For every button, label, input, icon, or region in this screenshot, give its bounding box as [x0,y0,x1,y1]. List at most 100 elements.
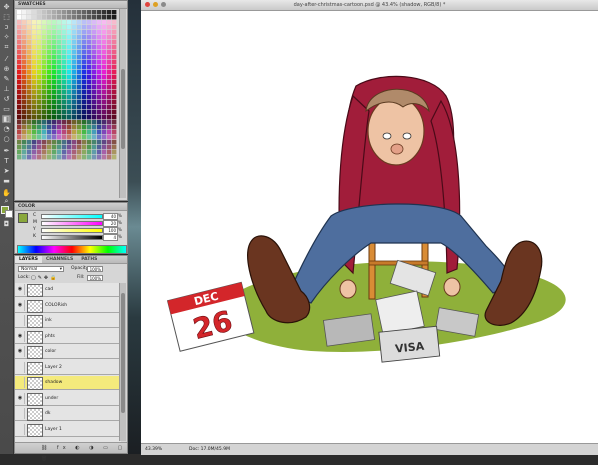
swatch-cell[interactable] [102,45,107,50]
swatch-cell[interactable] [107,110,112,115]
swatch-cell[interactable] [87,15,92,20]
swatch-cell[interactable] [47,80,52,85]
color-slider-value[interactable]: 4 [103,234,118,241]
swatch-cell[interactable] [92,60,97,65]
swatch-cell[interactable] [47,155,52,160]
swatch-cell[interactable] [47,35,52,40]
swatch-cell[interactable] [27,115,32,120]
eye-icon[interactable]: ◉ [16,346,25,357]
swatch-cell[interactable] [72,45,77,50]
swatch-cell[interactable] [97,155,102,160]
swatch-cell[interactable] [97,50,102,55]
swatch-cell[interactable] [52,135,57,140]
swatch-cell[interactable] [37,95,42,100]
swatch-cell[interactable] [107,40,112,45]
swatch-cell[interactable] [57,100,62,105]
swatch-cell[interactable] [112,135,117,140]
swatch-cell[interactable] [72,135,77,140]
swatch-cell[interactable] [27,50,32,55]
doc-info[interactable]: Doc: 17.0M/45.9M [189,444,230,455]
swatch-cell[interactable] [107,10,112,15]
swatch-cell[interactable] [67,40,72,45]
swatch-cell[interactable] [27,80,32,85]
swatch-cell[interactable] [22,110,27,115]
swatch-cell[interactable] [97,45,102,50]
swatch-cell[interactable] [77,30,82,35]
swatch-cell[interactable] [97,115,102,120]
swatch-cell[interactable] [17,20,22,25]
swatch-cell[interactable] [87,105,92,110]
swatch-cell[interactable] [42,140,47,145]
swatch-cell[interactable] [97,100,102,105]
swatch-cell[interactable] [17,150,22,155]
swatch-cell[interactable] [22,20,27,25]
tab-layers[interactable]: LAYERS [15,256,42,263]
swatch-cell[interactable] [62,40,67,45]
swatch-cell[interactable] [57,80,62,85]
swatch-cell[interactable] [97,15,102,20]
swatch-cell[interactable] [97,135,102,140]
swatch-cell[interactable] [27,60,32,65]
swatch-cell[interactable] [57,95,62,100]
swatch-cell[interactable] [62,55,67,60]
swatch-cell[interactable] [17,130,22,135]
swatch-cell[interactable] [42,110,47,115]
swatch-cell[interactable] [72,70,77,75]
swatch-cell[interactable] [82,100,87,105]
layer-row[interactable]: Layer 1 [15,422,121,437]
swatch-cell[interactable] [32,115,37,120]
stamp-tool-icon[interactable]: ⊥ [2,85,11,93]
swatch-cell[interactable] [87,75,92,80]
swatch-cell[interactable] [52,140,57,145]
swatch-cell[interactable] [37,45,42,50]
swatch-cell[interactable] [22,140,27,145]
swatch-cell[interactable] [77,70,82,75]
swatch-cell[interactable] [97,105,102,110]
swatch-cell[interactable] [77,85,82,90]
swatch-cell[interactable] [77,120,82,125]
swatch-cell[interactable] [32,90,37,95]
swatch-cell[interactable] [17,80,22,85]
swatch-cell[interactable] [57,110,62,115]
path-selection-tool-icon[interactable]: ➤ [2,167,11,175]
swatch-cell[interactable] [112,60,117,65]
swatch-cell[interactable] [42,145,47,150]
swatch-cell[interactable] [87,130,92,135]
swatch-cell[interactable] [27,70,32,75]
swatch-cell[interactable] [47,100,52,105]
swatch-cell[interactable] [62,65,67,70]
layer-row[interactable]: dk [15,407,121,421]
swatch-cell[interactable] [22,40,27,45]
swatch-cell[interactable] [87,80,92,85]
eye-icon[interactable]: ◉ [16,299,25,311]
swatch-cell[interactable] [112,35,117,40]
swatch-cell[interactable] [82,30,87,35]
eye-icon[interactable]: ◉ [16,284,25,295]
color-slider-m[interactable]: M 20% [21,220,125,227]
layer-row[interactable]: ◉ color [15,345,121,359]
swatch-cell[interactable] [47,120,52,125]
swatch-cell[interactable] [27,40,32,45]
swatch-cell[interactable] [37,140,42,145]
gradient-tool-icon[interactable]: ◧ [2,115,11,123]
opacity-input[interactable]: 100% [87,266,103,272]
swatch-cell[interactable] [92,120,97,125]
swatch-cell[interactable] [102,85,107,90]
swatch-cell[interactable] [102,100,107,105]
swatch-cell[interactable] [97,150,102,155]
swatch-cell[interactable] [107,115,112,120]
swatch-cell[interactable] [82,55,87,60]
swatch-cell[interactable] [47,140,52,145]
eye-hidden-icon[interactable] [16,377,25,388]
swatch-cell[interactable] [22,45,27,50]
swatch-cell[interactable] [77,105,82,110]
swatch-cell[interactable] [47,110,52,115]
swatch-cell[interactable] [37,135,42,140]
swatch-cell[interactable] [27,45,32,50]
swatch-cell[interactable] [67,75,72,80]
document-titlebar[interactable]: day-after-christmas-cartoon.psd @ 43.4% … [141,0,598,11]
swatch-cell[interactable] [77,125,82,130]
eraser-tool-icon[interactable]: ▭ [2,105,11,113]
swatch-cell[interactable] [102,105,107,110]
swatch-cell[interactable] [72,25,77,30]
